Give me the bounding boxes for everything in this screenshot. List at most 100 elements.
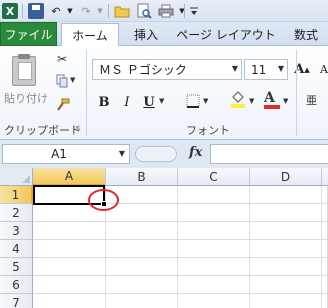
grid-cell[interactable]	[178, 276, 250, 294]
qat-separator	[22, 4, 23, 18]
worksheet-grid[interactable]: A B C D 1 2 3 4 5 6 7	[0, 168, 328, 308]
row-header-1[interactable]: 1	[0, 186, 33, 204]
tab-formulas[interactable]: 数式	[284, 23, 328, 46]
shrink-font-button[interactable]: A	[315, 60, 328, 78]
grid-cell[interactable]	[250, 294, 322, 308]
underline-dropdown-icon[interactable]: ▼	[159, 97, 164, 105]
row-header-2[interactable]: 2	[0, 204, 33, 222]
chevron-down-icon: ▼	[277, 64, 284, 73]
name-box[interactable]: A1 ▼	[2, 144, 130, 164]
grid-cell[interactable]	[322, 222, 328, 240]
quick-access-toolbar: X ↶ ▼ ↷ ▼ ▼	[0, 0, 328, 22]
formula-input[interactable]	[210, 144, 328, 164]
name-box-value: A1	[51, 147, 67, 161]
grid-cell[interactable]	[322, 186, 328, 204]
column-header-a[interactable]: A	[33, 168, 106, 186]
grid-cell[interactable]	[250, 204, 322, 222]
redo-dropdown-icon[interactable]: ▼	[92, 3, 108, 19]
copy-dropdown-icon[interactable]: ▼	[70, 76, 75, 84]
clipboard-launcher-icon[interactable]: ↘	[74, 124, 81, 133]
formula-bar-splitter[interactable]	[135, 146, 177, 162]
font-color-letter: A	[264, 90, 275, 106]
grid-cell[interactable]	[250, 258, 322, 276]
grid-cell[interactable]	[33, 240, 106, 258]
ribbon-tab-bar: ファイル ホーム 挿入 ページ レイアウト 数式	[0, 22, 328, 47]
phonetic-guide-icon[interactable]: 亜	[306, 92, 317, 108]
grid-cell[interactable]	[178, 294, 250, 308]
grid-cell[interactable]	[178, 240, 250, 258]
grid-cell[interactable]	[106, 240, 178, 258]
grid-cell[interactable]	[106, 222, 178, 240]
grid-cell[interactable]	[250, 222, 322, 240]
customize-qat-icon[interactable]	[186, 3, 202, 19]
grid-cell[interactable]	[322, 294, 328, 308]
grid-cell[interactable]	[178, 186, 250, 204]
bold-button[interactable]: B	[95, 93, 113, 111]
column-header-partial[interactable]	[322, 168, 328, 186]
shrink-font-icon: A	[320, 62, 328, 76]
copy-icon[interactable]	[56, 74, 69, 91]
grid-cell[interactable]	[33, 294, 106, 308]
chevron-down-icon[interactable]: ▼	[119, 149, 125, 158]
group-separator	[86, 50, 87, 136]
save-icon[interactable]	[28, 3, 44, 19]
clipboard-group-label: クリップボード	[4, 124, 81, 137]
print-icon[interactable]	[158, 3, 174, 19]
grid-cell[interactable]	[33, 222, 106, 240]
format-painter-icon[interactable]	[56, 98, 70, 115]
font-name-value: ＭＳ Ｐゴシック	[99, 63, 187, 77]
grid-cell[interactable]	[322, 240, 328, 258]
borders-dropdown-icon[interactable]: ▼	[203, 97, 208, 105]
row-header-4[interactable]: 4	[0, 240, 33, 258]
paste-icon[interactable]	[8, 54, 40, 90]
cut-icon[interactable]: ✂	[57, 52, 67, 66]
row-header-7[interactable]: 7	[0, 294, 33, 308]
qat-separator	[184, 4, 185, 18]
borders-icon[interactable]	[186, 94, 200, 111]
chevron-down-icon: ▼	[231, 64, 238, 73]
grid-cell[interactable]	[250, 186, 322, 204]
tab-file[interactable]: ファイル	[0, 22, 57, 46]
fill-color-dropdown-icon[interactable]: ▼	[249, 97, 254, 105]
grid-cell[interactable]	[322, 258, 328, 276]
select-all-button[interactable]	[0, 168, 33, 186]
font-color-dropdown-icon[interactable]: ▼	[283, 97, 288, 105]
grid-cell[interactable]	[33, 258, 106, 276]
open-folder-icon[interactable]	[114, 3, 130, 19]
font-name-select[interactable]: ＭＳ Ｐゴシック ▼	[92, 59, 242, 80]
grid-cell[interactable]	[322, 204, 328, 222]
grid-cell[interactable]	[250, 240, 322, 258]
underline-button[interactable]: U	[140, 93, 158, 111]
insert-function-icon[interactable]: fx	[189, 145, 202, 160]
grid-cell[interactable]	[106, 294, 178, 308]
grid-cell[interactable]	[106, 276, 178, 294]
excel-logo-icon[interactable]: X	[2, 3, 18, 19]
fill-color-icon[interactable]	[230, 90, 246, 111]
column-header-b[interactable]: B	[106, 168, 178, 186]
tab-page-layout[interactable]: ページ レイアウト	[170, 23, 282, 46]
grid-cell[interactable]	[106, 258, 178, 276]
grid-cell[interactable]	[106, 204, 178, 222]
italic-button[interactable]: I	[118, 93, 136, 111]
row-header-6[interactable]: 6	[0, 276, 33, 294]
print-preview-icon[interactable]	[136, 3, 152, 19]
grid-cell[interactable]	[250, 276, 322, 294]
grid-cell[interactable]	[178, 204, 250, 222]
ribbon-home: 貼り付け ✂ ▼ クリップボード ↘ ＭＳ Ｐゴシック ▼ 11 ▼ A ▲ A …	[0, 46, 328, 140]
row-header-5[interactable]: 5	[0, 258, 33, 276]
grid-cell[interactable]	[33, 276, 106, 294]
row-header-3[interactable]: 3	[0, 222, 33, 240]
tab-insert[interactable]: 挿入	[124, 23, 168, 46]
paste-button-label[interactable]: 貼り付け	[4, 90, 48, 106]
font-size-select[interactable]: 11 ▼	[244, 59, 288, 80]
undo-dropdown-icon[interactable]: ▼	[62, 3, 78, 19]
grid-cell[interactable]	[322, 276, 328, 294]
column-header-d[interactable]: D	[250, 168, 322, 186]
font-size-value: 11	[251, 62, 267, 77]
font-group-label: フォント	[186, 124, 230, 137]
tab-home[interactable]: ホーム	[61, 23, 119, 47]
grid-cell[interactable]	[178, 222, 250, 240]
grid-cell[interactable]	[178, 258, 250, 276]
font-color-icon[interactable]: A	[264, 90, 280, 109]
column-header-c[interactable]: C	[178, 168, 250, 186]
